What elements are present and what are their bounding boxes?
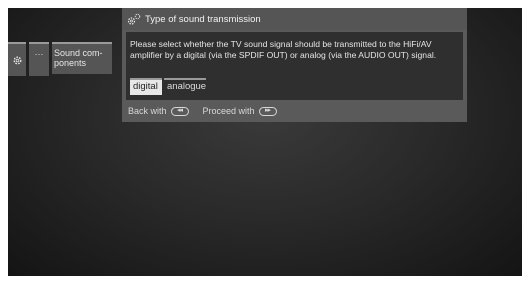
gear-icon: [13, 56, 21, 64]
description-line1: Please select whether the TV sound signa…: [130, 39, 432, 49]
menu-settings-item[interactable]: [8, 42, 26, 76]
option-digital[interactable]: digital: [130, 78, 162, 95]
menu-item-sound-components[interactable]: Sound com- ponents: [52, 42, 112, 74]
back-label: Back with: [128, 106, 167, 116]
proceed-label: Proceed with: [202, 106, 255, 116]
dialog-footer: Back with ◂◂ Proceed with ▸▸: [128, 104, 277, 118]
menu-item-label-line1: Sound com-: [54, 48, 103, 58]
more-dots: ···: [34, 49, 44, 59]
dialog-body: Please select whether the TV sound signa…: [126, 32, 463, 100]
description-line2: amplifier by a digital (via the SPDIF OU…: [130, 50, 437, 60]
dialog-header: Type of sound transmission: [122, 8, 467, 30]
option-analogue[interactable]: analogue: [164, 78, 206, 95]
dialog-description: Please select whether the TV sound signa…: [130, 39, 460, 61]
sound-transmission-dialog: Type of sound transmission Please select…: [122, 8, 467, 122]
gears-icon: [126, 11, 142, 27]
dialog-title: Type of sound transmission: [145, 13, 261, 25]
tv-screen: ··· Sound com- ponents Type of sound tra…: [8, 8, 522, 276]
rewind-key-icon[interactable]: ◂◂: [170, 106, 189, 116]
fast-forward-key-icon[interactable]: ▸▸: [258, 106, 277, 116]
menu-more-item[interactable]: ···: [29, 42, 49, 76]
menu-item-label-line2: ponents: [54, 58, 87, 68]
